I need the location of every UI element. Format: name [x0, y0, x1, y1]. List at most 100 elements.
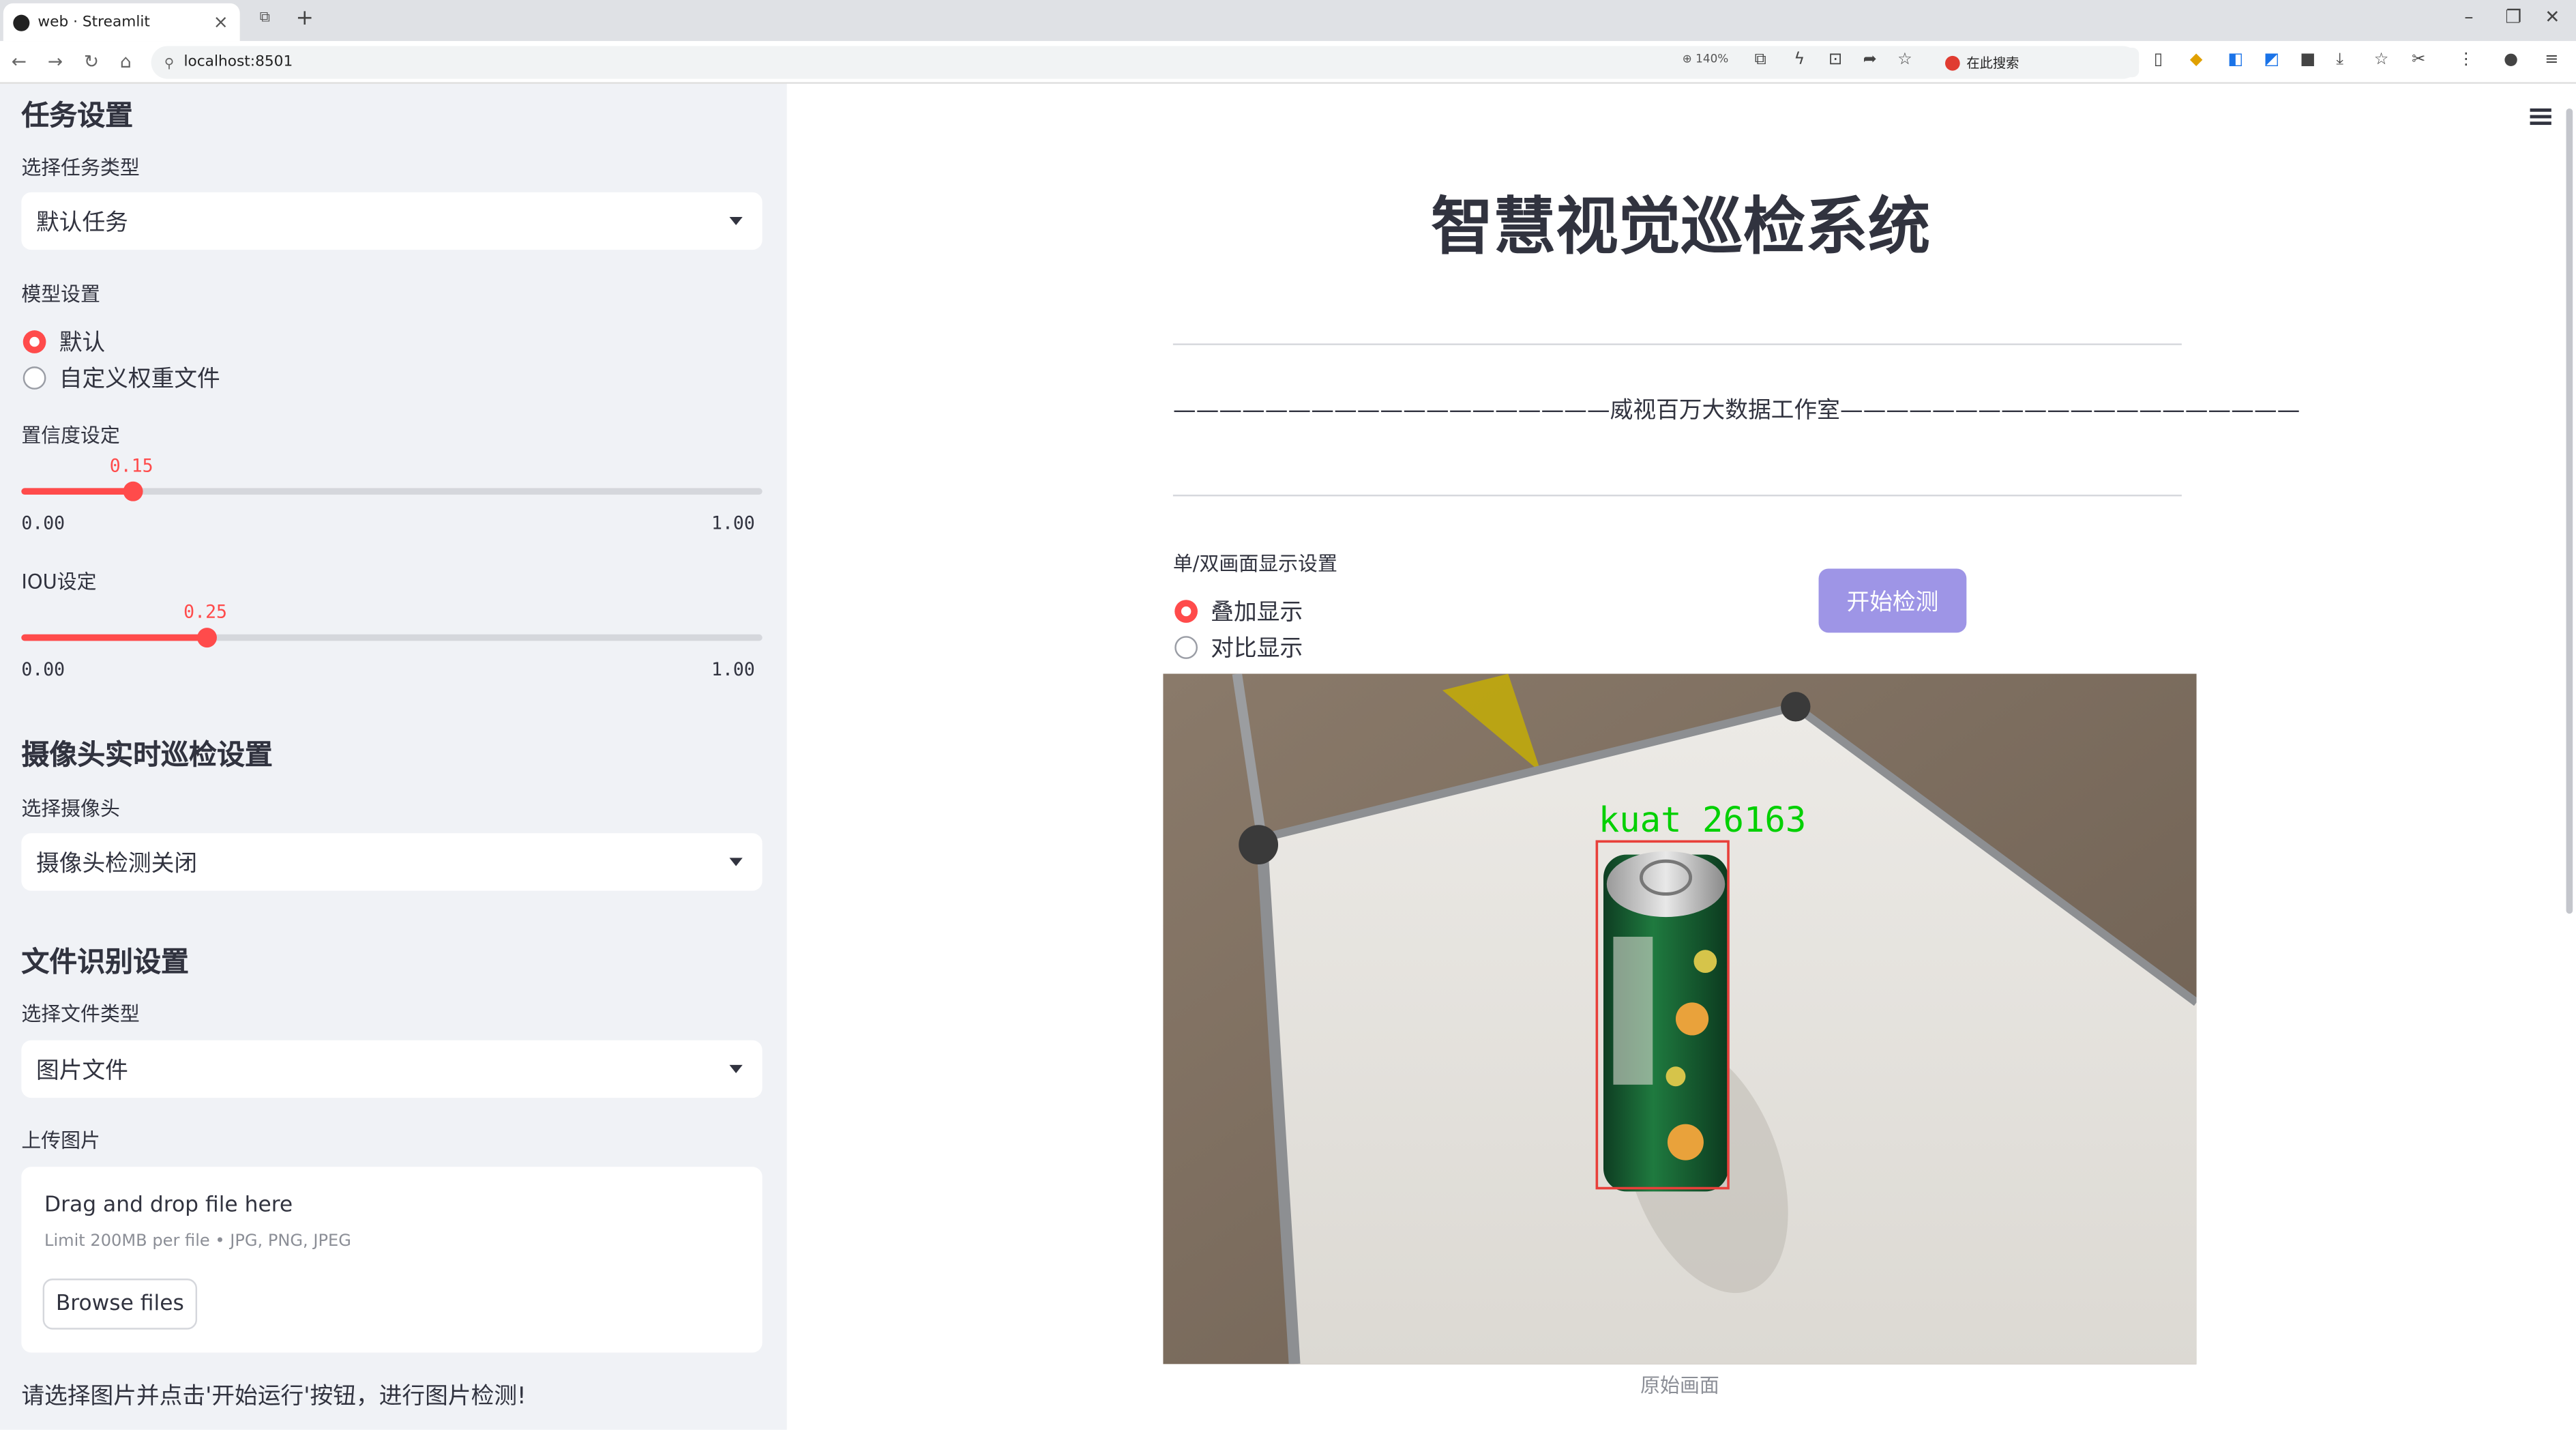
back-icon[interactable]: ← [12, 51, 27, 72]
minimize-icon[interactable]: – [2464, 7, 2473, 28]
translate-icon[interactable]: ⧉ [1755, 51, 1766, 69]
divider [1172, 495, 2182, 497]
search-engine-icon [1945, 55, 1960, 70]
file-type-value: 图片文件 [35, 1057, 128, 1084]
radio-unselected-icon [1174, 636, 1198, 659]
iou-slider-thumb[interactable] [196, 628, 217, 648]
divider [1172, 343, 2182, 345]
radio-unselected-icon [23, 366, 46, 390]
scissors-icon[interactable]: ✂ [2412, 51, 2425, 69]
file-uploader-dropzone[interactable]: Drag and drop file here Limit 200MB per … [21, 1167, 763, 1353]
iou-max: 1.00 [711, 658, 755, 681]
confidence-value: 0.15 [109, 455, 153, 477]
search-placeholder: 在此搜索 [1966, 55, 2019, 70]
upload-label: 上传图片 [21, 1128, 100, 1152]
iou-label: IOU设定 [21, 570, 97, 594]
task-type-select[interactable]: 默认任务 [21, 192, 763, 250]
model-radio-default[interactable]: 默认 [23, 325, 105, 358]
confidence-max: 1.00 [711, 512, 755, 534]
image-caption: 原始画面 [1640, 1373, 1719, 1397]
detection-result-image: kuat 26163 [1163, 673, 2197, 1365]
file-type-label: 选择文件类型 [21, 1002, 140, 1026]
menu-icon[interactable]: ≡ [2545, 51, 2558, 69]
home-icon[interactable]: ⌂ [120, 51, 132, 72]
display-option-label: 对比显示 [1211, 636, 1303, 662]
browser-tab-bar: web · Streamlit × ⧉ + – ❐ ✕ [0, 0, 2576, 42]
reload-icon[interactable]: ↻ [84, 51, 99, 72]
studio-banner: ———————————————————威视百万大数据工作室———————————… [1172, 397, 2300, 424]
streamlit-favicon-icon [13, 14, 30, 31]
new-tab-icon[interactable]: + [296, 7, 314, 31]
camera-settings-heading: 摄像头实时巡检设置 [21, 739, 273, 773]
confidence-slider[interactable] [21, 481, 763, 501]
confidence-slider-thumb[interactable] [122, 481, 143, 501]
browser-search-field[interactable]: 在此搜索 [1935, 47, 2140, 78]
camera-label: 选择摄像头 [21, 797, 120, 820]
hamburger-menu-icon[interactable] [2530, 108, 2551, 126]
task-type-label: 选择任务类型 [21, 156, 140, 179]
more-icon[interactable]: ⋮ [2458, 51, 2474, 69]
address-bar: ← → ↻ ⌂ ⚲ localhost:8501 ⊕ 140% ⧉ ϟ ⊡ ➦ … [0, 41, 2576, 84]
display-option-label: 叠加显示 [1211, 600, 1303, 626]
profile-avatar-icon[interactable]: ● [2504, 51, 2518, 69]
upload-drag-text: Drag and drop file here [44, 1193, 293, 1218]
display-radio-compare[interactable]: 对比显示 [1174, 631, 1303, 664]
forward-icon[interactable]: → [48, 51, 63, 72]
search-icon: ⚲ [164, 55, 174, 70]
close-window-icon[interactable]: ✕ [2545, 7, 2560, 28]
bookmark-star-icon[interactable]: ☆ [1897, 51, 1912, 69]
confidence-min: 0.00 [21, 512, 65, 534]
browse-files-button[interactable]: Browse files [42, 1279, 198, 1330]
file-type-select[interactable]: 图片文件 [21, 1040, 763, 1098]
task-settings-heading: 任务设置 [21, 100, 134, 134]
iou-slider-fill [21, 634, 207, 641]
sidebar: 任务设置 选择任务类型 默认任务 模型设置 默认 自定义权重文件 置信度设定 0… [0, 83, 787, 1430]
mobile-icon[interactable]: ▯ [2154, 51, 2163, 69]
zoom-level[interactable]: ⊕ 140% [1683, 53, 1729, 65]
upload-hint-text: 请选择图片并点击'开始运行'按钮，进行图片检测! [21, 1384, 527, 1410]
model-option-label: 默认 [59, 330, 106, 357]
camera-value: 摄像头检测关闭 [35, 850, 198, 877]
translate-ext-icon[interactable]: ◩ [2264, 51, 2279, 69]
extension-icon[interactable]: ◆ [2190, 51, 2203, 69]
chevron-down-icon [729, 1064, 743, 1073]
tab-close-icon[interactable]: × [213, 12, 228, 33]
chevron-down-icon [729, 216, 743, 226]
zoom-text: 140% [1696, 53, 1729, 66]
browser-tab[interactable]: web · Streamlit × [3, 3, 240, 42]
iou-slider[interactable] [21, 628, 763, 648]
restore-icon[interactable]: ❐ [2505, 7, 2521, 28]
download-icon[interactable]: ⤓ [2336, 51, 2343, 69]
tab-grid-icon[interactable]: ⧉ [260, 10, 271, 26]
url-text: localhost:8501 [183, 54, 293, 71]
iou-value: 0.25 [183, 601, 228, 623]
confidence-label: 置信度设定 [21, 424, 120, 448]
lightning-icon[interactable]: ϟ [1794, 51, 1805, 69]
radio-selected-icon [1174, 600, 1198, 623]
upload-limit-text: Limit 200MB per file • JPG, PNG, JPEG [44, 1232, 351, 1251]
display-mode-label: 单/双画面显示设置 [1172, 552, 1337, 576]
display-radio-overlay[interactable]: 叠加显示 [1174, 595, 1303, 628]
tab-title: web · Streamlit [38, 14, 150, 31]
screenshot-icon[interactable]: ⊡ [1829, 51, 1842, 69]
start-detection-button[interactable]: 开始检测 [1818, 568, 1967, 633]
iou-min: 0.00 [21, 658, 65, 681]
task-type-value: 默认任务 [35, 209, 128, 236]
page-title: 智慧视觉巡检系统 [1431, 190, 1931, 263]
confidence-slider-fill [21, 488, 133, 495]
detection-label: kuat 26163 [1599, 800, 1807, 840]
favorites-icon[interactable]: ☆ [2374, 51, 2389, 69]
model-radio-custom[interactable]: 自定义权重文件 [23, 362, 220, 394]
camera-select[interactable]: 摄像头检测关闭 [21, 833, 763, 891]
detection-scene-image: kuat 26163 [1163, 673, 2197, 1365]
model-settings-label: 模型设置 [21, 282, 100, 306]
file-settings-heading: 文件识别设置 [21, 946, 190, 980]
share-icon[interactable]: ➦ [1863, 51, 1877, 69]
radio-selected-icon [23, 330, 46, 353]
main-content: 智慧视觉巡检系统 ———————————————————威视百万大数据工作室——… [786, 83, 2576, 1430]
scrollbar[interactable] [2566, 108, 2573, 914]
chevron-down-icon [729, 858, 743, 866]
model-option-label: 自定义权重文件 [59, 366, 220, 393]
ext-dark-icon[interactable]: ■ [2300, 51, 2315, 69]
extension2-icon[interactable]: ◧ [2227, 51, 2243, 69]
